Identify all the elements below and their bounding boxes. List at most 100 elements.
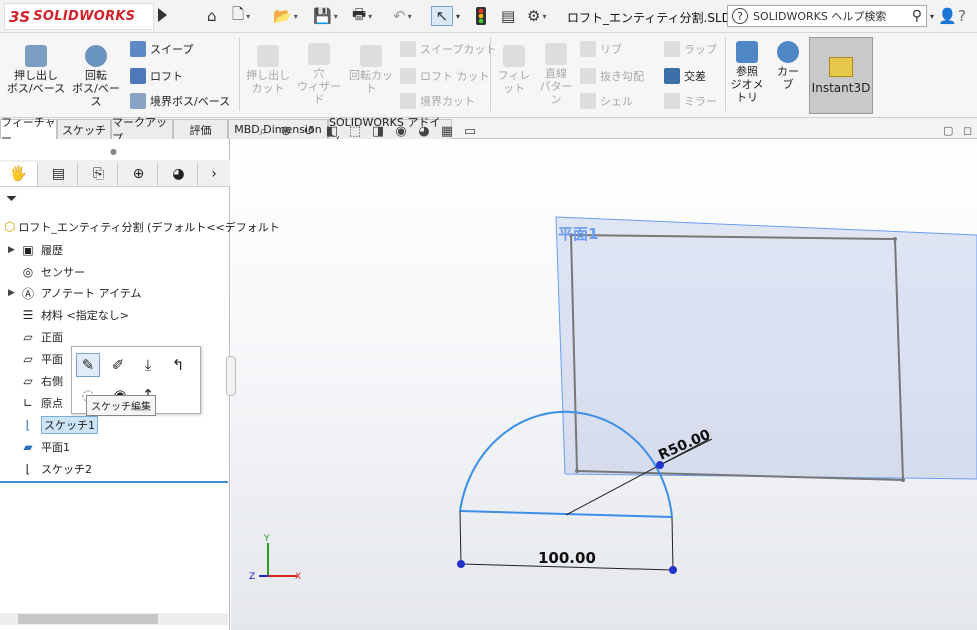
tree-root-part[interactable]: ⬡ ロフト_エンティティ分割 (デフォルト<<デフォルト [4, 219, 280, 235]
display-style-icon[interactable]: ◨ [368, 122, 388, 140]
sweep-icon [130, 41, 146, 57]
open-folder-icon[interactable]: 📂 ▾ [273, 6, 298, 26]
tree-item-front-plane[interactable]: ▱ 正面 [8, 327, 63, 347]
linear-pattern-button[interactable]: 直線 パターン [536, 43, 576, 106]
view-orientation-icon[interactable]: ⬚ [345, 122, 365, 140]
options-gear-icon[interactable]: ⚙ ▾ [527, 6, 546, 26]
help-dropdown-icon[interactable]: ▾ [930, 6, 934, 26]
task-pane-maximize-icon[interactable]: ◻ [963, 124, 972, 137]
loft-cut-icon [400, 68, 416, 84]
graphics-area[interactable]: 平面1 100.00 R50.00 Y X Z [231, 139, 977, 630]
help-question-icon[interactable]: ? [958, 6, 966, 26]
tree-item-material[interactable]: ☰ 材料 <指定なし> [8, 305, 129, 325]
edit-sketch-icon[interactable]: ✎ [76, 353, 100, 377]
loft-button[interactable]: ロフト [130, 68, 183, 84]
tab-evaluate[interactable]: 評価 [173, 119, 228, 139]
configuration-manager-tab-icon[interactable]: ⎘ [80, 162, 118, 186]
zoom-to-fit-icon[interactable]: ⌕ [253, 122, 273, 140]
select-cursor-icon[interactable]: ↖ [431, 6, 453, 26]
extrude-cut-icon [257, 45, 279, 67]
document-title: ロフト_エンティティ分割.SLDP... [567, 11, 748, 25]
draft-button[interactable]: 抜き勾配 [580, 68, 644, 84]
panel-grip-icon[interactable]: ● [110, 147, 117, 156]
tree-item-origin[interactable]: ∟ 原点 [8, 393, 63, 413]
tree-item-sketch1[interactable]: ⌊ スケッチ1 [8, 415, 98, 435]
dimxpert-manager-tab-icon[interactable]: ⊕ [120, 162, 158, 186]
file-properties-icon[interactable]: ▤ [501, 6, 515, 26]
tab-markup[interactable]: マークアップ [111, 116, 173, 145]
extrude-cut-button[interactable]: 押し出し カット [243, 45, 293, 95]
reference-geometry-button[interactable]: 参照 ジオメトリ [728, 41, 766, 104]
home-icon[interactable]: ⌂ [207, 6, 217, 26]
view-settings-icon[interactable]: ▭ [460, 122, 480, 140]
revolve-boss-button[interactable]: 回転 ボス/ベース [68, 45, 124, 108]
sketch-plane-icon[interactable]: ⤓ [136, 353, 160, 377]
revolve-cut-button[interactable]: 回転カット [346, 45, 396, 95]
tree-item-sensors[interactable]: ◎ センサー [8, 262, 85, 282]
rib-button[interactable]: リブ [580, 41, 622, 57]
rollback-icon[interactable]: ↰ [166, 353, 190, 377]
rollback-bar[interactable] [0, 481, 228, 483]
tab-sketch[interactable]: スケッチ [57, 119, 111, 139]
search-icon[interactable]: ⚲ [912, 8, 922, 24]
tree-item-plane1[interactable]: ▰ 平面1 [8, 437, 70, 457]
save-icon[interactable]: 💾 ▾ [313, 6, 338, 26]
draft-icon [580, 68, 596, 84]
expand-arrow-icon[interactable]: ▶ [8, 288, 20, 298]
length-dimension-text[interactable]: 100.00 [538, 549, 596, 567]
edit-appearance-icon[interactable]: ◕ [414, 122, 434, 140]
new-document-icon[interactable]: 🗋 ▾ [232, 5, 250, 26]
sketch1-line[interactable] [459, 510, 673, 518]
sketch-icon: ⌊ [25, 462, 31, 476]
tree-item-history[interactable]: ▶ ▣ 履歴 [8, 240, 63, 260]
title-bar: 3S SOLIDWORKS ⌂ 🗋 ▾ 📂 ▾ 💾 ▾ 🖶 ▾ ↶ ▾ ↖ ▾ ▤ ⚙ ▾ … [0, 0, 977, 33]
tree-item-top-plane[interactable]: ▱ 平面 [8, 349, 63, 369]
tab-features[interactable]: フィーチャー [0, 116, 57, 145]
boundary-cut-button[interactable]: 境界カット [400, 93, 475, 109]
property-manager-tab-icon[interactable]: ▤ [40, 162, 78, 186]
loft-cut-button[interactable]: ロフト カット [400, 68, 490, 84]
tree-item-right-plane[interactable]: ▱ 右側 [8, 371, 63, 391]
part-icon: ⬡ [4, 219, 16, 235]
intersect-button[interactable]: 交差 [664, 68, 706, 84]
display-manager-tab-icon[interactable]: ◕ [160, 162, 198, 186]
tabs-scroll-right-icon[interactable]: › [200, 162, 228, 186]
fillet-button[interactable]: フィレット [494, 45, 534, 95]
select-dropdown-icon[interactable]: ▾ [456, 6, 460, 26]
solidworks-logo[interactable]: 3S SOLIDWORKS [4, 3, 154, 30]
edit-feature-icon[interactable]: ✐ [106, 353, 130, 377]
shell-button[interactable]: シェル [580, 93, 633, 109]
brand-name: SOLIDWORKS [33, 9, 136, 24]
mirror-button[interactable]: ミラー [664, 93, 717, 109]
boundary-boss-button[interactable]: 境界ボス/ベース [130, 93, 230, 109]
panel-splitter[interactable] [226, 356, 236, 396]
feature-manager-tab-icon[interactable]: 🖐 [0, 162, 38, 186]
extrude-boss-button[interactable]: 押し出し ボス/ベース [6, 45, 66, 95]
curves-button[interactable]: カーブ [772, 41, 804, 91]
scrollbar-thumb[interactable] [18, 614, 158, 624]
menu-expand-arrow-icon[interactable] [158, 8, 167, 22]
tree-item-annotations[interactable]: ▶ Ⓐ アノテート アイテム [8, 283, 141, 303]
rebuild-traffic-light-icon[interactable] [476, 6, 486, 26]
wrap-button[interactable]: ラップ [664, 41, 717, 57]
section-view-icon[interactable]: ◧ [322, 122, 342, 140]
zoom-to-area-icon[interactable]: ⊕ [276, 122, 296, 140]
sensor-icon: ◎ [22, 265, 34, 279]
sweep-button[interactable]: スイープ [130, 41, 193, 57]
hide-show-items-icon[interactable]: ◉ [391, 122, 411, 140]
apply-scene-icon[interactable]: ▦ [437, 122, 457, 140]
plane1-plane[interactable] [555, 216, 977, 480]
hole-wizard-button[interactable]: 穴 ウィザード [295, 43, 343, 106]
plane-icon: ▰ [23, 440, 33, 454]
print-icon[interactable]: 🖶 ▾ [352, 5, 372, 26]
previous-view-icon[interactable]: ↺ [299, 122, 319, 140]
sweep-cut-button[interactable]: スイープカット [400, 41, 496, 57]
undo-icon[interactable]: ↶ ▾ [393, 6, 412, 26]
instant3d-button[interactable]: Instant3D [809, 37, 873, 114]
tree-item-sketch2[interactable]: ⌊ スケッチ2 [8, 459, 92, 479]
expand-arrow-icon[interactable]: ▶ [8, 245, 20, 255]
filter-icon[interactable]: ⏷ [6, 191, 17, 207]
help-search-box[interactable]: ? SOLIDWORKS ヘルプ検索 ⚲ [727, 5, 927, 27]
task-pane-restore-icon[interactable]: ▢ [943, 124, 953, 137]
user-account-icon[interactable]: 👤 [938, 6, 957, 26]
